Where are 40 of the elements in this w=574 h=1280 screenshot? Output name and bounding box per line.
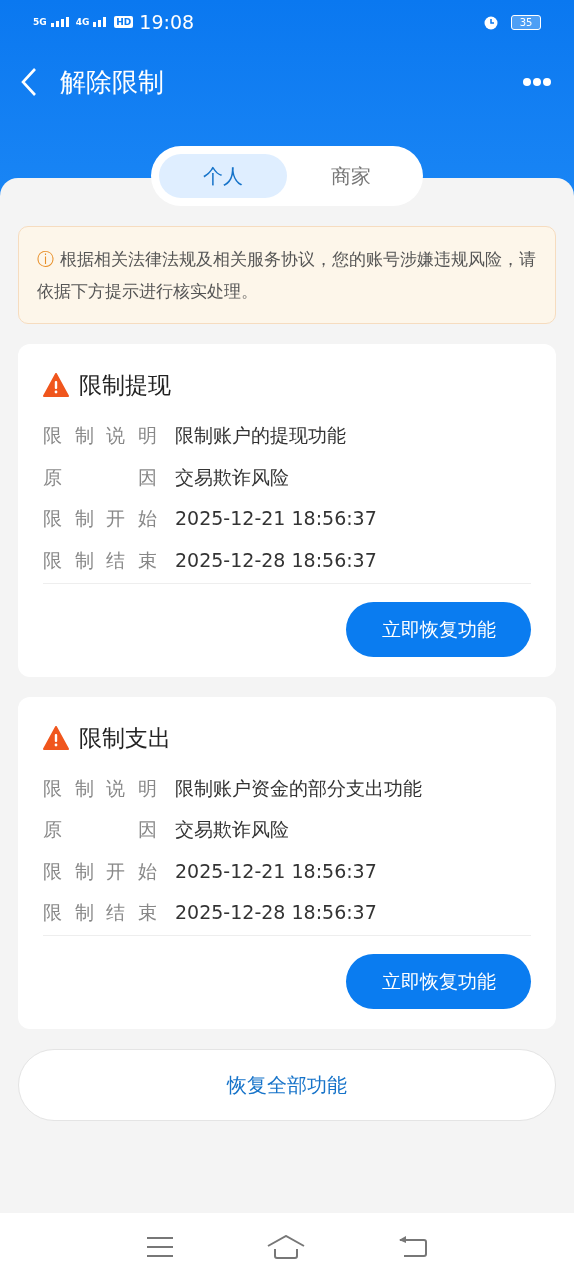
card-title: 限制支出 xyxy=(79,723,171,753)
field-label: 限制开始 xyxy=(43,506,157,531)
field-value: 交易欺诈风险 xyxy=(175,464,289,490)
more-icon[interactable] xyxy=(522,77,552,87)
field-value: 2025-12-21 18:56:37 xyxy=(175,858,377,884)
restore-all-button[interactable]: 恢复全部功能 xyxy=(18,1049,556,1121)
restore-button[interactable]: 立即恢复功能 xyxy=(346,601,531,657)
field-label: 原因 xyxy=(43,464,157,490)
field-label: 原因 xyxy=(43,817,157,842)
clock-time: 19:08 xyxy=(139,12,195,32)
field-value: 2025-12-21 18:56:37 xyxy=(175,506,377,531)
home-icon[interactable] xyxy=(267,1234,305,1259)
signal-icon xyxy=(49,17,70,27)
field-value: 限制账户资金的部分支出功能 xyxy=(175,775,422,801)
menu-icon[interactable] xyxy=(146,1235,175,1258)
field-label: 限制说明 xyxy=(43,423,157,448)
field-label: 限制结束 xyxy=(43,547,157,573)
restore-button[interactable]: 立即恢复功能 xyxy=(346,954,531,1009)
network-label: 4G xyxy=(75,18,90,27)
field-value: 2025-12-28 18:56:37 xyxy=(175,547,377,573)
field-label: 限制开始 xyxy=(43,858,157,884)
warning-icon xyxy=(43,725,69,750)
field-value: 2025-12-28 18:56:37 xyxy=(175,900,377,925)
field-label: 限制结束 xyxy=(43,900,157,925)
card-title: 限制提现 xyxy=(79,371,171,400)
page-title: 解除限制 xyxy=(60,65,164,99)
tab[interactable]: 商家 xyxy=(287,154,415,198)
battery-indicator: 35 xyxy=(511,14,541,30)
warning-icon xyxy=(43,373,69,398)
signal-icon xyxy=(92,17,109,27)
network-label: 5G xyxy=(33,18,47,27)
field-label: 限制说明 xyxy=(43,775,157,801)
tab[interactable]: 个人 xyxy=(159,154,287,198)
back-nav-icon[interactable] xyxy=(397,1235,428,1258)
back-icon[interactable] xyxy=(20,67,38,97)
field-value: 交易欺诈风险 xyxy=(175,817,289,842)
notice-text: ⓘ 根据相关法律法规及相关服务协议，您的账号涉嫌违规风险，请依据下方提示进行核实处理。 xyxy=(37,248,537,303)
field-value: 限制账户的提现功能 xyxy=(175,423,346,448)
alarm-icon xyxy=(483,14,499,30)
hd-badge: HD xyxy=(114,16,134,28)
